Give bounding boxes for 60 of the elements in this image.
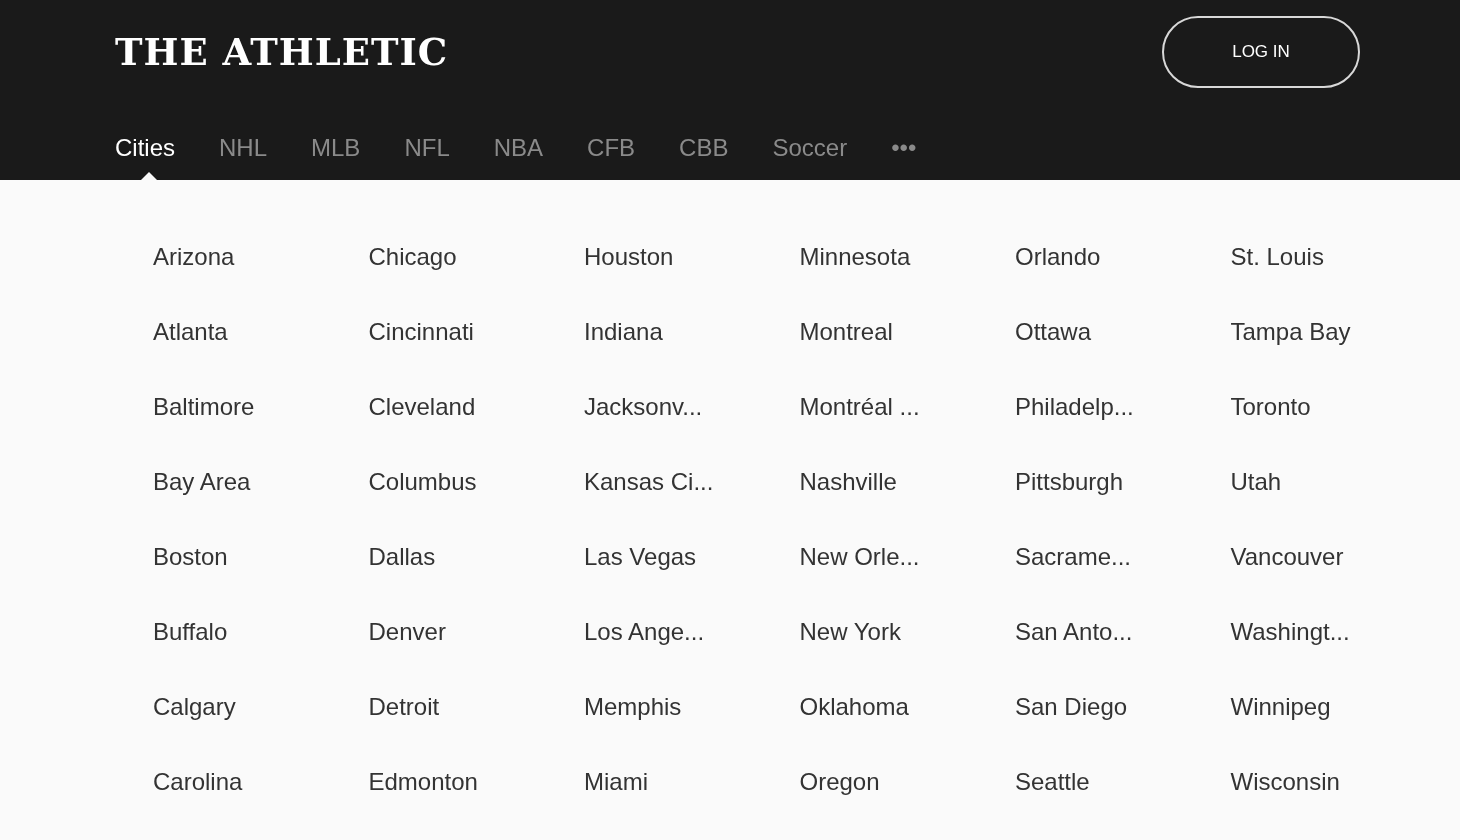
nav-tab[interactable]: NFL xyxy=(404,104,450,180)
nav-tab[interactable]: NHL xyxy=(219,104,268,180)
nav-tab[interactable]: ••• xyxy=(891,104,917,180)
city-link[interactable]: Dallas xyxy=(368,537,436,612)
nav-tab[interactable]: Cities xyxy=(115,104,175,180)
city-link[interactable]: Miami xyxy=(584,762,648,837)
city-link[interactable]: Oregon xyxy=(799,762,880,837)
city-link[interactable]: Baltimore xyxy=(153,387,255,462)
city-link[interactable]: Ottawa xyxy=(1015,312,1092,387)
city-link[interactable]: Denver xyxy=(368,612,446,687)
city-link[interactable]: Nashville xyxy=(799,462,897,537)
city-link[interactable]: Montreal xyxy=(799,312,893,387)
city-link[interactable]: Houston xyxy=(584,237,674,312)
city-link[interactable]: Montréal ... xyxy=(799,387,920,462)
city-link[interactable]: Pittsburgh xyxy=(1015,462,1124,537)
nav-tab[interactable]: Soccer xyxy=(772,104,848,180)
city-link[interactable]: Boston xyxy=(153,537,228,612)
city-link[interactable]: New Orle... xyxy=(799,537,920,612)
city-link[interactable]: Cincinnati xyxy=(368,312,474,387)
city-link[interactable]: Arizona xyxy=(153,237,235,312)
city-link[interactable]: Columbus xyxy=(368,462,477,537)
city-link[interactable]: Atlanta xyxy=(153,312,228,387)
nav-tab[interactable]: MLB xyxy=(311,104,361,180)
city-link[interactable]: Los Ange... xyxy=(584,612,705,687)
city-link[interactable]: Orlando xyxy=(1015,237,1101,312)
city-link[interactable]: Washingt... xyxy=(1230,612,1350,687)
city-link[interactable]: Calgary xyxy=(153,687,236,762)
city-link[interactable]: Bay Area xyxy=(153,462,251,537)
city-link[interactable]: Chicago xyxy=(368,237,457,312)
nav-tab[interactable]: CBB xyxy=(679,104,729,180)
city-link[interactable]: Carolina xyxy=(153,762,243,837)
city-link[interactable]: Tampa Bay xyxy=(1230,312,1351,387)
city-link[interactable]: San Diego xyxy=(1015,687,1128,762)
city-link[interactable]: Seattle xyxy=(1015,762,1090,837)
site-logo[interactable]: THE ATHLETIC xyxy=(115,33,449,71)
city-link[interactable]: Minnesota xyxy=(799,237,911,312)
city-link[interactable]: Philadelp... xyxy=(1015,387,1134,462)
city-link[interactable]: Edmonton xyxy=(368,762,478,837)
city-link[interactable]: Winnipeg xyxy=(1230,687,1331,762)
city-link[interactable]: Oklahoma xyxy=(799,687,909,762)
selection-pointer-icon xyxy=(141,172,157,180)
nav-tab[interactable]: NBA xyxy=(493,104,544,180)
city-link[interactable]: Buffalo xyxy=(153,612,228,687)
city-link[interactable]: Memphis xyxy=(584,687,682,762)
city-link[interactable]: Las Vegas xyxy=(584,537,697,612)
city-link[interactable]: Wisconsin xyxy=(1230,762,1340,837)
city-link[interactable]: Vancouver xyxy=(1230,537,1344,612)
city-link[interactable]: San Anto... xyxy=(1015,612,1133,687)
city-link[interactable]: Utah xyxy=(1230,462,1282,537)
city-link[interactable]: Jacksonv... xyxy=(584,387,703,462)
city-link[interactable]: New York xyxy=(799,612,901,687)
nav-tab[interactable]: CFB xyxy=(587,104,636,180)
city-link[interactable]: St. Louis xyxy=(1230,237,1324,312)
city-link[interactable]: Toronto xyxy=(1230,387,1311,462)
city-link[interactable]: Sacrame... xyxy=(1015,537,1132,612)
city-link[interactable]: Cleveland xyxy=(368,387,476,462)
city-link[interactable]: Indiana xyxy=(584,312,663,387)
city-link[interactable]: Detroit xyxy=(368,687,440,762)
city-link[interactable]: Kansas Ci... xyxy=(584,462,714,537)
login-button[interactable]: LOG IN xyxy=(1162,16,1360,88)
